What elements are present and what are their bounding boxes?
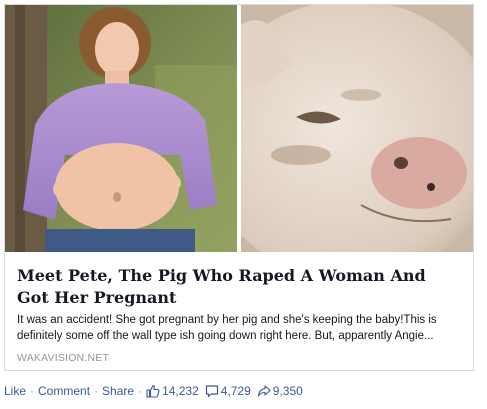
comment-count[interactable]: 4,729 (205, 384, 251, 398)
feedback-action-bar: Like · Comment · Share · 14,232 4,729 9,… (4, 382, 303, 400)
like-link[interactable]: Like (4, 384, 26, 398)
share-arrow-icon (257, 384, 271, 398)
share-count[interactable]: 9,350 (257, 384, 303, 398)
separator: · (94, 384, 99, 398)
comment-link[interactable]: Comment (38, 384, 90, 398)
share-link[interactable]: Share (102, 384, 134, 398)
separator: · (30, 384, 35, 398)
like-count[interactable]: 14,232 (146, 384, 199, 398)
article-title[interactable]: Meet Pete, The Pig Who Raped A Woman And… (17, 265, 457, 309)
source-domain: WAKAVISION.NET (17, 352, 110, 364)
thumbnail-images (5, 5, 473, 252)
link-preview-card[interactable]: Meet Pete, The Pig Who Raped A Woman And… (4, 4, 474, 371)
article-description: It was an accident! She got pregnant by … (17, 314, 437, 342)
like-count-value: 14,232 (162, 384, 199, 398)
comment-count-value: 4,729 (220, 384, 251, 398)
thumbs-up-icon (146, 384, 160, 398)
speech-bubble-icon (205, 384, 219, 398)
share-count-value: 9,350 (272, 384, 303, 398)
pig-photo (241, 5, 473, 252)
woman-photo (5, 5, 237, 252)
separator: · (138, 384, 143, 398)
